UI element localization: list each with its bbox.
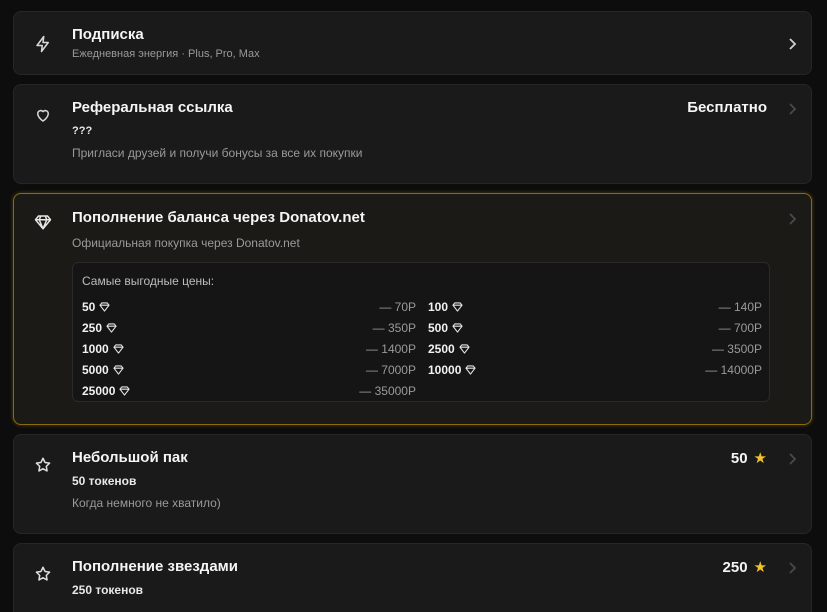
subscription-card[interactable]: Подписка Ежедневная энергия · Plus, Pro,… xyxy=(13,11,812,75)
price-amount: 100 xyxy=(428,300,463,314)
price-cost: — 140Р xyxy=(718,299,762,314)
star-filled-icon: ★ xyxy=(753,559,767,576)
small-pack-price: 50 ★ xyxy=(730,449,767,468)
diamond-icon xyxy=(106,322,117,333)
referral-price-label: Бесплатно xyxy=(687,99,767,116)
star-outline-icon xyxy=(34,565,52,583)
small-pack-title: Небольшой пак xyxy=(72,449,188,466)
small-pack-subtitle: Когда немного не хватило) xyxy=(72,496,221,510)
price-amount-value: 10000 xyxy=(428,362,462,377)
price-row: 1000 — 1400Р xyxy=(82,338,416,359)
price-cost: — 7000Р xyxy=(365,362,416,377)
price-row: 10000 — 14000Р xyxy=(428,359,762,380)
price-cost: — 350Р xyxy=(372,320,416,335)
price-amount-value: 100 xyxy=(428,299,449,314)
price-amount: 1000 xyxy=(82,342,124,356)
price-amount-value: 25000 xyxy=(82,383,116,398)
price-amount-value: 1000 xyxy=(82,341,109,356)
price-amount: 5000 xyxy=(82,363,124,377)
price-row: 2500 — 3500Р xyxy=(428,338,762,359)
price-cost: — 35000Р xyxy=(359,383,416,398)
donatov-title: Пополнение баланса через Donatov.net xyxy=(72,209,365,226)
diamond-icon xyxy=(452,322,463,333)
subscription-subtitle: Ежедневная энергия · Plus, Pro, Max xyxy=(72,48,260,60)
referral-card[interactable]: Реферальная ссылка ??? Пригласи друзей и… xyxy=(13,84,812,184)
price-row: 25000 — 35000Р xyxy=(82,380,416,401)
donatov-card[interactable]: Пополнение баланса через Donatov.net Офи… xyxy=(13,193,812,425)
star-filled-icon: ★ xyxy=(753,450,767,467)
price-cost: — 3500Р xyxy=(711,341,762,356)
stars-topup-title: Пополнение звездами xyxy=(72,558,238,575)
stars-topup-card[interactable]: Пополнение звездами 250 токенов 250 ★ xyxy=(13,543,812,612)
chevron-right-icon xyxy=(787,212,797,226)
price-row: 250 — 350Р xyxy=(82,317,416,338)
lightning-icon xyxy=(34,35,52,53)
stars-topup-price: 250 ★ xyxy=(722,558,767,577)
price-amount-value: 250 xyxy=(82,320,103,335)
price-amount: 2500 xyxy=(428,342,470,356)
chevron-right-icon xyxy=(787,452,797,466)
price-amount: 500 xyxy=(428,321,463,335)
price-amount: 50 xyxy=(82,300,110,314)
small-pack-card[interactable]: Небольшой пак 50 токенов Когда немного н… xyxy=(13,434,812,534)
price-row: 500 — 700Р xyxy=(428,317,762,338)
small-pack-tokens: 50 токенов xyxy=(72,474,137,488)
diamond-icon xyxy=(119,385,130,396)
price-amount-value: 2500 xyxy=(428,341,455,356)
star-outline-icon xyxy=(34,456,52,474)
referral-code: ??? xyxy=(72,125,93,137)
price-amount-value: 5000 xyxy=(82,362,109,377)
diamond-icon xyxy=(113,343,124,354)
diamond-icon xyxy=(99,301,110,312)
small-pack-price-value: 50 xyxy=(730,449,748,467)
diamond-icon xyxy=(465,364,476,375)
price-column-left: 50 — 70Р 250 — 350Р 1000 — 1400Р 5000 — 7000Р 25… xyxy=(82,296,416,401)
price-list-box: Самые выгодные цены: 50 — 70Р 250 — 350Р 100… xyxy=(72,262,770,402)
diamond-icon xyxy=(113,364,124,375)
stars-topup-tokens: 250 токенов xyxy=(72,583,144,597)
referral-title: Реферальная ссылка xyxy=(72,99,233,116)
price-amount: 25000 xyxy=(82,384,130,398)
referral-price: Бесплатно xyxy=(687,99,767,116)
price-cost: — 1400Р xyxy=(365,341,416,356)
chevron-right-icon xyxy=(787,561,797,575)
chevron-right-icon xyxy=(787,102,797,116)
donatov-subtitle: Официальная покупка через Donatov.net xyxy=(72,236,300,250)
diamond-icon xyxy=(452,301,463,312)
price-amount-value: 50 xyxy=(82,299,96,314)
chevron-right-icon xyxy=(787,37,797,51)
heart-icon xyxy=(34,106,52,124)
price-list-heading: Самые выгодные цены: xyxy=(82,274,215,288)
price-amount: 250 xyxy=(82,321,117,335)
price-row: 50 — 70Р xyxy=(82,296,416,317)
price-row: 100 — 140Р xyxy=(428,296,762,317)
price-cost: — 14000Р xyxy=(705,362,762,377)
price-amount-value: 500 xyxy=(428,320,449,335)
price-amount: 10000 xyxy=(428,363,476,377)
price-row: 5000 — 7000Р xyxy=(82,359,416,380)
diamond-icon xyxy=(459,343,470,354)
diamond-icon xyxy=(34,213,52,231)
price-cost: — 70Р xyxy=(379,299,416,314)
price-column-right: 100 — 140Р 500 — 700Р 2500 — 3500Р 10000 — 1400… xyxy=(428,296,762,380)
referral-subtitle: Пригласи друзей и получи бонусы за все и… xyxy=(72,146,363,160)
price-cost: — 700Р xyxy=(718,320,762,335)
subscription-title: Подписка xyxy=(72,26,144,43)
stars-topup-price-value: 250 xyxy=(722,558,748,576)
